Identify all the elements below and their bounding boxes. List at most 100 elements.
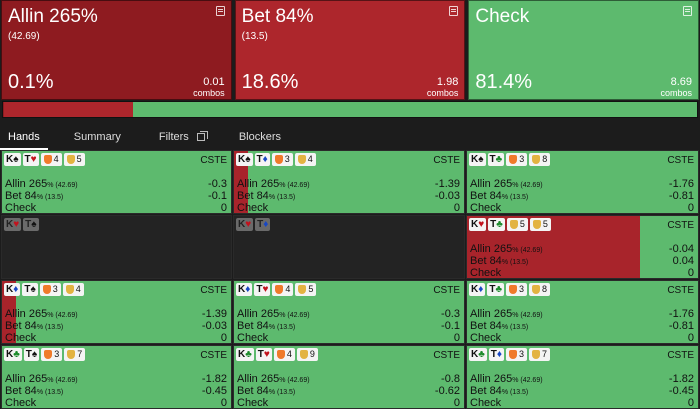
ev-row-label: Check	[5, 333, 36, 344]
ev-rows: Allin 265% (42.69) -1.39 Bet 84% (13.5) -0.…	[5, 309, 227, 344]
ev-row-label: Check	[470, 203, 501, 214]
spade-icon: ♠	[31, 218, 37, 230]
row-label: Bet 84	[237, 320, 269, 332]
shield-icon	[274, 154, 283, 164]
hand-cell[interactable]: K ♥ T ♣ 5 5 CSTE Allin 265% (42.69) -0.04 Bet 84%…	[466, 215, 699, 279]
ev-value: 0	[687, 397, 694, 409]
card: K ♠	[4, 152, 21, 166]
ev-row-label: Check	[5, 203, 36, 214]
row-label: Check	[237, 202, 269, 214]
card: T ♠	[23, 347, 40, 361]
rank-badge: 3	[41, 347, 63, 361]
row-label: Allin 265	[470, 243, 513, 255]
tab-hands[interactable]: Hands	[0, 124, 48, 150]
row-label: Bet 84	[237, 190, 269, 202]
card: K ♠	[236, 152, 253, 166]
row-label: Bet 84	[470, 255, 502, 267]
card-rank: K	[471, 348, 479, 360]
rank-badge: 3	[271, 152, 293, 166]
badge-value: 3	[519, 349, 525, 359]
hand-cell[interactable]: K ♣ T ♦ 3 7 CSTE Allin 265% (42.69) -1.82 Bet 84%…	[466, 345, 699, 409]
ev-row-label: Check	[470, 398, 501, 409]
card: K ♦	[4, 282, 21, 296]
ev-row: Allin 265% (42.69) -1.82	[470, 374, 694, 386]
hand-cell[interactable]: K ♠ T ♥ 4 5 CSTE Allin 265% (42.69) -0.3 Bet 84% …	[1, 150, 232, 214]
hand-cell[interactable]: K ♣ T ♥ 4 9 CSTE Allin 265% (42.69) -0.8 Bet 84% …	[233, 345, 465, 409]
card-rank: K	[238, 153, 246, 165]
card: T ♦	[255, 217, 271, 231]
spade-icon: ♠	[478, 153, 484, 165]
note-icon[interactable]	[215, 6, 225, 16]
hand-cell[interactable]: K ♥ T ♠	[1, 215, 232, 279]
ev-row: Check 0	[470, 398, 694, 409]
hand-cell[interactable]: K ♦ T ♣ 3 8 CSTE Allin 265% (42.69) -1.76 Bet 84%…	[466, 280, 699, 344]
ev-row: Allin 265% (42.69) -1.82	[5, 374, 227, 386]
note-icon[interactable]	[683, 6, 693, 16]
action-card-bet[interactable]: Bet 84% (13.5) 18.6% 1.98 combos	[234, 0, 466, 100]
card: T ♦	[488, 347, 505, 361]
badge-value: 5	[76, 154, 82, 164]
hand-cell[interactable]: K ♠ T ♣ 3 8 CSTE Allin 265% (42.69) -1.76 Bet 84%…	[466, 150, 699, 214]
badge-value: 4	[307, 154, 313, 164]
spade-icon: ♠	[13, 153, 19, 165]
tab-summary[interactable]: Summary	[66, 124, 129, 150]
ev-row: Check 0	[5, 333, 227, 344]
rank-badge: 7	[64, 347, 86, 361]
row-label: Allin 265	[237, 373, 280, 385]
hand-cell[interactable]: K ♦ T ♠ 3 4 CSTE Allin 265% (42.69) -1.39 Bet 84%…	[1, 280, 232, 344]
rank-badge: 4	[62, 282, 84, 296]
hand-label: K ♦ T ♥ 4 5	[236, 282, 317, 296]
card: K ♣	[4, 347, 22, 361]
row-size: % (42.69)	[47, 377, 78, 384]
frequency-segment-check	[132, 102, 697, 117]
card: T ♣	[487, 282, 505, 296]
heart-icon: ♥	[245, 218, 252, 230]
heart-icon: ♥	[30, 153, 37, 165]
card-rank: K	[238, 218, 246, 230]
hand-grid: K ♠ T ♥ 4 5 CSTE Allin 265% (42.69) -0.3 Bet 84% …	[1, 150, 699, 409]
ev-row: Allin 265% (42.69) -1.39	[237, 179, 460, 191]
ev-value: 0	[687, 202, 694, 214]
tab-filters[interactable]: Filters	[151, 124, 213, 150]
action-size: (13.5)	[241, 31, 268, 42]
diamond-icon: ♦	[263, 218, 269, 230]
hand-cell[interactable]: K ♣ T ♠ 3 7 CSTE Allin 265% (42.69) -1.82 Bet 84%…	[1, 345, 232, 409]
hand-cell[interactable]: K ♥ T ♦	[233, 215, 465, 279]
frequency-bar	[2, 101, 698, 118]
row-label: Allin 265	[470, 373, 513, 385]
ev-row: Bet 84% (13.5) -0.1	[5, 191, 227, 203]
copy-icon[interactable]	[196, 131, 208, 141]
action-card-allin[interactable]: Allin 265% (42.69) 0.1% 0.01 combos	[1, 0, 232, 100]
row-size: % (42.69)	[279, 377, 310, 384]
row-size: % (42.69)	[279, 182, 310, 189]
rank-badge: 5	[529, 217, 551, 231]
ev-row: Check 0	[5, 398, 227, 409]
shield-icon	[298, 284, 307, 294]
rank-badge: 3	[506, 282, 528, 296]
ev-row-label: Check	[470, 333, 501, 344]
tab-blockers[interactable]: Blockers	[231, 124, 289, 150]
hand-cell[interactable]: K ♦ T ♥ 4 5 CSTE Allin 265% (42.69) -0.3 Bet 84% …	[233, 280, 465, 344]
note-icon[interactable]	[449, 6, 459, 16]
diamond-icon: ♦	[262, 153, 268, 165]
action-name: Check	[475, 6, 530, 27]
card: T ♠	[23, 217, 39, 231]
frequency-segment-bet	[3, 102, 133, 117]
hand-cell[interactable]: K ♠ T ♦ 3 4 CSTE Allin 265% (42.69) -1.39 Bet 84%…	[233, 150, 465, 214]
cell-tag: CSTE	[433, 350, 460, 361]
rank-badge: 4	[40, 152, 62, 166]
ev-value: 0	[453, 202, 460, 214]
action-card-check[interactable]: Check 81.4% 8.69 combos	[468, 0, 700, 100]
hand-label: K ♠ T ♣ 3 8	[469, 152, 551, 166]
row-label: Bet 84	[237, 385, 269, 397]
card-rank: K	[6, 153, 14, 165]
hand-label: K ♦ T ♠ 3 4	[4, 282, 84, 296]
rank-badge: 5	[295, 282, 317, 296]
row-label: Check	[237, 332, 269, 344]
ev-row-label: Check	[237, 398, 268, 409]
rank-badge: 4	[273, 347, 295, 361]
cell-tag: CSTE	[200, 285, 227, 296]
card: T ♥	[22, 152, 39, 166]
row-label: Check	[5, 332, 37, 344]
action-frequency: 81.4%	[475, 71, 533, 93]
